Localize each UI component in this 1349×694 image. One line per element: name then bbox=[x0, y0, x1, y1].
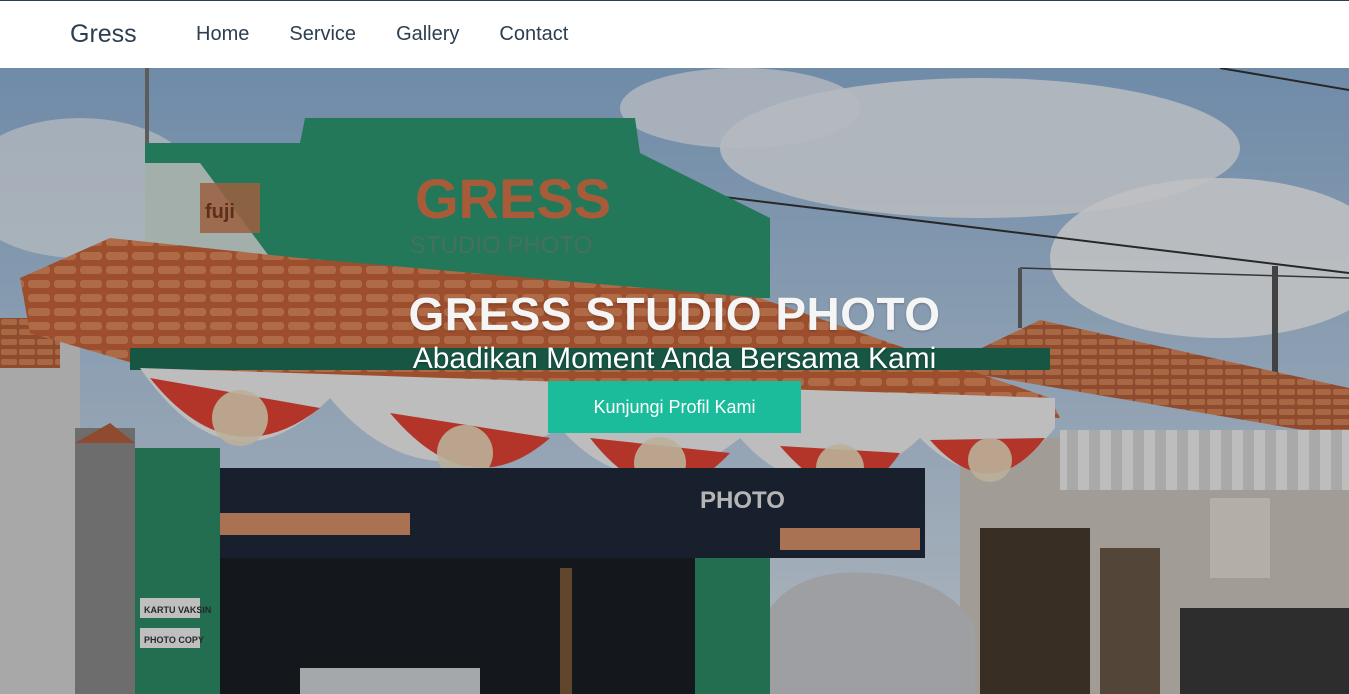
brand-link[interactable]: Gress bbox=[70, 20, 137, 49]
hero-section: GRESS STUDIO PHOTO fuji PHOTO KARTU VAKS… bbox=[0, 68, 1349, 694]
visit-profile-button[interactable]: Kunjungi Profil Kami bbox=[548, 381, 801, 433]
nav-item-home: Home bbox=[196, 23, 289, 46]
hero-subtitle: Abadikan Moment Anda Bersama Kami bbox=[412, 342, 937, 375]
nav-links: Home Service Gallery Contact bbox=[196, 23, 608, 46]
nav-link-home[interactable]: Home bbox=[196, 23, 249, 46]
navbar: Gress Home Service Gallery Contact bbox=[0, 0, 1349, 68]
nav-item-contact: Contact bbox=[499, 23, 608, 46]
hero-title: GRESS STUDIO PHOTO bbox=[408, 287, 941, 340]
nav-item-service: Service bbox=[289, 23, 396, 46]
nav-link-service[interactable]: Service bbox=[289, 23, 356, 46]
nav-link-gallery[interactable]: Gallery bbox=[396, 23, 459, 46]
nav-link-contact[interactable]: Contact bbox=[499, 23, 568, 46]
nav-item-gallery: Gallery bbox=[396, 23, 499, 46]
